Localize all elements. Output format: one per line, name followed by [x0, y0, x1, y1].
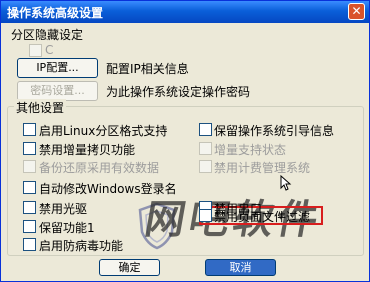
option-checkbox[interactable] — [23, 181, 36, 194]
settings-dialog: 操作系统高级设置 ✕ 分区隐藏设定 C IP配置... 配置IP相关信息 密码设… — [0, 0, 370, 282]
option-label: 自动修改Windows登录名 — [39, 182, 177, 196]
option-label: 备份还原采用有效数据 — [39, 161, 160, 175]
option-checkbox[interactable] — [23, 123, 36, 136]
option-label: 增量支持状态 — [214, 143, 287, 157]
option-label: 禁用页面文件过滤 — [214, 210, 311, 224]
option-label: 启用防病毒功能 — [39, 239, 124, 253]
title-bar: 操作系统高级设置 ✕ — [1, 1, 369, 23]
option-label: 禁用光驱 — [39, 202, 88, 216]
option-checkbox[interactable] — [23, 201, 36, 214]
option-checkbox[interactable] — [23, 220, 36, 233]
partition-section-label: 分区隐藏设定 — [11, 28, 84, 42]
option-label: 保留操作系统引导信息 — [214, 124, 335, 138]
option-checkbox[interactable] — [199, 142, 212, 155]
other-settings-label: 其他设置 — [14, 99, 67, 116]
option-checkbox[interactable] — [199, 209, 212, 222]
option-checkbox[interactable] — [199, 160, 212, 173]
ip-config-desc: 配置IP相关信息 — [106, 62, 189, 76]
option-checkbox[interactable] — [23, 160, 36, 173]
ip-config-button[interactable]: IP配置... — [17, 58, 98, 78]
option-checkbox[interactable] — [23, 142, 36, 155]
cancel-button[interactable]: 取消 — [205, 259, 276, 276]
close-button[interactable]: ✕ — [348, 3, 365, 20]
option-checkbox[interactable] — [199, 123, 212, 136]
option-label: 保留功能1 — [39, 221, 95, 235]
mouse-cursor-icon — [280, 175, 292, 191]
partition-c-checkbox[interactable] — [29, 44, 42, 57]
ok-button[interactable]: 确定 — [99, 259, 160, 276]
partition-c-label: C — [45, 43, 54, 57]
option-label: 启用Linux分区格式支持 — [39, 124, 168, 138]
window-title: 操作系统高级设置 — [7, 6, 104, 20]
password-button[interactable]: 密码设置... — [17, 81, 98, 101]
option-checkbox[interactable] — [23, 238, 36, 251]
option-label: 禁用计费管理系统 — [214, 161, 311, 175]
password-desc: 为此操作系统设定操作密码 — [106, 85, 251, 99]
option-label: 禁用增量拷贝功能 — [39, 143, 136, 157]
